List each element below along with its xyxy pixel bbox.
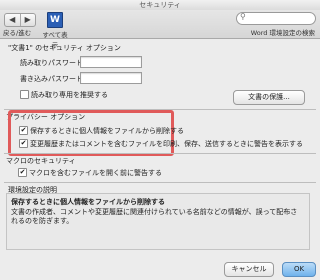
divider bbox=[4, 182, 316, 183]
read-password-label: 読み取りパスワード: bbox=[20, 59, 86, 67]
remove-personal-info-checkbox[interactable]: ✔ bbox=[19, 126, 28, 135]
window-title: セキュリティ bbox=[139, 1, 181, 9]
cancel-button[interactable]: キャンセル bbox=[224, 262, 274, 277]
write-password-field[interactable] bbox=[80, 72, 142, 84]
warn-tracked-changes-checkbox[interactable]: ✔ bbox=[19, 139, 28, 148]
warn-tracked-changes-label: 変更履歴またはコメントを含むファイルを印刷、保存、送信するときに警告を表示する bbox=[30, 140, 303, 148]
nav-buttons: ◀ ▶ bbox=[4, 13, 36, 27]
write-password-label: 書き込みパスワード: bbox=[20, 75, 86, 83]
readonly-checkbox[interactable] bbox=[20, 90, 29, 99]
divider bbox=[4, 153, 316, 154]
warn-macro-checkbox[interactable]: ✔ bbox=[18, 168, 27, 177]
readonly-label: 読み取り専用を推奨する bbox=[31, 91, 108, 99]
ok-button[interactable]: OK bbox=[282, 262, 316, 277]
warn-macro-label: マクロを含むファイルを開く前に警告する bbox=[29, 169, 162, 177]
back-arrow-icon[interactable]: ◀ bbox=[5, 14, 20, 26]
forward-arrow-icon[interactable]: ▶ bbox=[19, 14, 36, 26]
protect-document-button[interactable]: 文書の保護... bbox=[233, 90, 305, 105]
nav-label: 戻る/進む bbox=[3, 29, 32, 37]
remove-personal-info-label: 保存するときに個人情報をファイルから削除する bbox=[30, 127, 184, 135]
macro-heading: マクロのセキュリティ bbox=[6, 157, 76, 165]
search-input[interactable]: ⚲ bbox=[236, 12, 316, 25]
read-password-field[interactable] bbox=[80, 56, 142, 68]
search-prefs-label: Word 環境設定の検索 bbox=[250, 29, 315, 37]
toolbar: ◀ ▶ 戻る/進む W すべて表示 ⚲ Word 環境設定の検索 bbox=[0, 10, 320, 49]
description-title: 保存するときに個人情報をファイルから削除する bbox=[11, 198, 165, 206]
description-box: 保存するときに個人情報をファイルから削除する 文書の作成者、コメントや変更履歴に… bbox=[6, 193, 310, 250]
word-app-icon: W bbox=[47, 12, 63, 28]
description-body: 文書の作成者、コメントや変更履歴に関連付けられている名前などの情報が、誤って配布… bbox=[11, 208, 298, 225]
doc-security-heading: "文書1" のセキュリティ オプション bbox=[8, 44, 121, 52]
search-icon: ⚲ bbox=[240, 12, 246, 21]
